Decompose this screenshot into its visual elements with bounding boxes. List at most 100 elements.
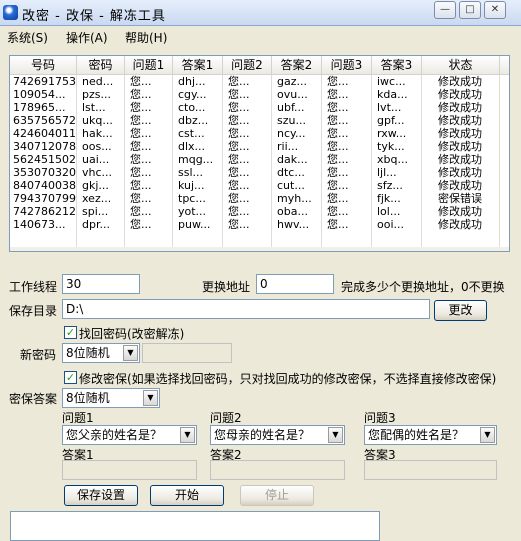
col-status[interactable]: 状态 [422, 56, 500, 75]
table-row[interactable]: 794370799 xez... 您... tpc... 您... myh... 您... f… [10, 192, 509, 205]
table-row[interactable]: 840740038 gkj... 您... kuj... 您... cut... 您... s… [10, 179, 509, 192]
cell-question1: 您... [130, 179, 152, 192]
cell-answer2: ovu... [277, 88, 308, 101]
table-row[interactable]: 424604011 hak... 您... cst... 您... ncy... 您... r… [10, 127, 509, 140]
cell-answer1: kuj... [178, 179, 205, 192]
cell-question2: 您... [228, 166, 250, 179]
cell-question3: 您... [327, 192, 349, 205]
cell-answer3: sfz... [377, 179, 403, 192]
threads-input[interactable]: 30 [62, 274, 140, 294]
chevron-down-icon[interactable]: ▼ [180, 427, 195, 443]
switch-address-input[interactable]: 0 [256, 274, 334, 294]
cell-status: 修改成功 [438, 153, 482, 166]
save-dir-input[interactable]: D:\ [62, 299, 430, 319]
chevron-down-icon[interactable]: ▼ [480, 427, 495, 443]
new-password-mode-value: 8位随机 [66, 346, 110, 360]
account-list[interactable]: 号码 密码 问题1 答案1 问题2 答案2 问题3 答案3 状态 7426917… [9, 55, 510, 252]
cell-password: ned... [82, 75, 114, 88]
cell-answer1: yot... [178, 205, 207, 218]
cell-answer3: iwc... [377, 75, 406, 88]
col-password[interactable]: 密码 [77, 56, 125, 75]
chevron-down-icon[interactable]: ▼ [123, 345, 138, 361]
cell-password: ukq... [82, 114, 113, 127]
new-password-mode-select[interactable]: 8位随机 ▼ [62, 343, 140, 363]
cell-answer3: ooi... [377, 218, 405, 231]
cell-question2: 您... [228, 75, 250, 88]
cell-status: 修改成功 [438, 205, 482, 218]
cell-question3: 您... [327, 127, 349, 140]
col-answer3[interactable]: 答案3 [372, 56, 422, 75]
cell-answer2: dak... [277, 153, 308, 166]
security-answer-mode-select[interactable]: 8位随机 ▼ [62, 388, 160, 408]
menu-system[interactable]: 系统(S) [7, 29, 48, 46]
save-settings-button[interactable]: 保存设置 [64, 485, 138, 506]
col-question2[interactable]: 问题2 [223, 56, 272, 75]
menu-operation[interactable]: 操作(A) [66, 29, 108, 46]
close-button[interactable]: ✕ [484, 1, 506, 19]
table-row[interactable]: 742786212 spi... 您... yot... 您... oba... 您... l… [10, 205, 509, 218]
cell-answer1: dhj... [178, 75, 206, 88]
cell-status: 修改成功 [438, 101, 482, 114]
cell-question1: 您... [130, 153, 152, 166]
col-question1[interactable]: 问题1 [125, 56, 173, 75]
cell-answer1: cto... [178, 101, 206, 114]
cell-answer2: szu... [277, 114, 306, 127]
col-question3[interactable]: 问题3 [322, 56, 372, 75]
start-button[interactable]: 开始 [150, 485, 224, 506]
table-row[interactable]: 635756572 ukq... 您... dbz... 您... szu... 您... g… [10, 114, 509, 127]
cell-answer1: mqg... [178, 153, 214, 166]
cell-answer2: ubf... [277, 101, 305, 114]
chevron-down-icon[interactable]: ▼ [328, 427, 343, 443]
question2-label: 问题2 [210, 411, 242, 425]
table-row[interactable]: 353070320 vhc... 您... ssl... 您... dtc... 您... l… [10, 166, 509, 179]
cell-question3: 您... [327, 179, 349, 192]
question2-select[interactable]: 您母亲的姓名是？ ▼ [210, 425, 345, 445]
cell-password: uai... [82, 153, 110, 166]
title-bar[interactable]: 改密 - 改保 - 解冻工具 — □ ✕ [0, 0, 521, 26]
window-title: 改密 - 改保 - 解冻工具 [22, 9, 166, 24]
chevron-down-icon[interactable]: ▼ [143, 390, 158, 406]
security-answer-mode-value: 8位随机 [66, 391, 110, 405]
switch-address-label: 更换地址 [202, 280, 251, 294]
table-row[interactable]: 562451502 uai... 您... mqg... 您... dak... 您... x… [10, 153, 509, 166]
table-row[interactable]: 340712078 oos... 您... dlx... 您... rii... 您... t… [10, 140, 509, 153]
cell-answer1: dbz... [178, 114, 209, 127]
menu-bar: 系统(S) 操作(A) 帮助(H) [0, 26, 521, 46]
log-output[interactable] [10, 511, 380, 541]
cell-answer3: rxw... [377, 127, 407, 140]
table-row[interactable]: 178965... lst... 您... cto... 您... ubf... 您... l… [10, 101, 509, 114]
cell-answer1: cst... [178, 127, 205, 140]
cell-number: 635756572 [13, 114, 76, 127]
maximize-button[interactable]: □ [459, 1, 481, 19]
cell-password: pzs... [82, 88, 111, 101]
question1-select[interactable]: 您父亲的姓名是？ ▼ [62, 425, 197, 445]
table-row[interactable]: 742691753 ned... 您... dhj... 您... gaz... 您... i… [10, 75, 509, 88]
recover-password-checkbox[interactable]: ✓ [64, 326, 77, 339]
modify-security-checkbox[interactable]: ✓ [64, 371, 77, 384]
col-number[interactable]: 号码 [10, 56, 77, 75]
menu-help[interactable]: 帮助(H) [125, 29, 167, 46]
threads-label: 工作线程 [9, 280, 58, 294]
cell-number: 178965... [13, 101, 66, 114]
security-answer-label: 密保答案 [9, 392, 58, 406]
table-row[interactable]: 109054... pzs... 您... cgy... 您... ovu... 您... k… [10, 88, 509, 101]
question3-select[interactable]: 您配偶的姓名是？ ▼ [364, 425, 497, 445]
table-row[interactable]: 140673... dpr... 您... puw... 您... hwv... 您... o… [10, 218, 509, 231]
minimize-button[interactable]: — [434, 1, 456, 19]
cell-number: 424604011 [13, 127, 76, 140]
cell-answer1: cgy... [178, 88, 207, 101]
question3-label: 问题3 [364, 411, 396, 425]
answer1-input [62, 460, 197, 480]
cell-status: 修改成功 [438, 140, 482, 153]
cell-answer1: tpc... [178, 192, 206, 205]
change-dir-button[interactable]: 更改 [434, 300, 487, 321]
cell-password: xez... [82, 192, 112, 205]
cell-answer2: myh... [277, 192, 312, 205]
col-answer2[interactable]: 答案2 [272, 56, 322, 75]
cell-question2: 您... [228, 114, 250, 127]
cell-question1: 您... [130, 127, 152, 140]
col-answer1[interactable]: 答案1 [173, 56, 223, 75]
cell-question2: 您... [228, 88, 250, 101]
cell-answer1: puw... [178, 218, 211, 231]
cell-answer2: dtc... [277, 166, 305, 179]
